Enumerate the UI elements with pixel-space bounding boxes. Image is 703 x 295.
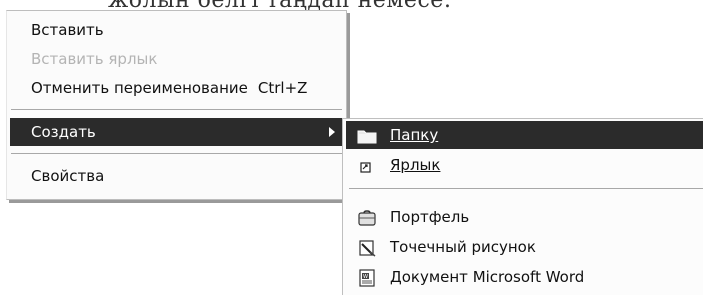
menu-separator <box>11 109 342 110</box>
submenu-item-shortcut[interactable]: Ярлык <box>343 151 703 179</box>
menu-item-paste-shortcut: Вставить ярлык <box>7 45 346 73</box>
submenu-item-folder[interactable]: Папку <box>346 121 703 149</box>
submenu-item-label: Точечный рисунок <box>390 238 536 256</box>
svg-text:W: W <box>363 274 368 280</box>
menu-item-label: Отменить переименование <box>31 79 248 97</box>
menu-item-label: Вставить ярлык <box>31 50 158 68</box>
menu-item-label: Вставить <box>31 21 104 39</box>
submenu-separator <box>349 188 703 189</box>
submenu-arrow-icon <box>329 127 335 137</box>
menu-item-create[interactable]: Создать <box>10 118 343 146</box>
submenu-item-label: Портфель <box>390 208 470 226</box>
menu-item-paste[interactable]: Вставить <box>7 16 346 44</box>
menu-item-properties[interactable]: Свойства <box>7 162 346 190</box>
menu-item-undo-rename[interactable]: Отменить переименование Ctrl+Z <box>7 74 346 102</box>
briefcase-icon <box>357 208 377 226</box>
submenu-item-label: Папку <box>390 126 439 144</box>
shortcut-icon <box>357 156 377 174</box>
submenu-item-label: Ярлык <box>390 156 441 174</box>
context-menu: Вставить Вставить ярлык Отменить переиме… <box>6 10 347 200</box>
folder-icon <box>357 126 377 144</box>
menu-item-label: Свойства <box>31 167 105 185</box>
create-submenu: Папку Ярлык Портфель Точечный рисунок W … <box>342 118 703 295</box>
submenu-item-label: Документ Microsoft Word <box>390 268 585 286</box>
menu-item-label: Создать <box>31 123 96 141</box>
menu-item-shortcut: Ctrl+Z <box>257 79 308 97</box>
submenu-item-bitmap[interactable]: Точечный рисунок <box>343 233 703 261</box>
menu-separator <box>11 153 342 154</box>
submenu-item-word-document[interactable]: W Документ Microsoft Word <box>343 263 703 291</box>
word-document-icon: W <box>357 268 377 287</box>
submenu-item-briefcase[interactable]: Портфель <box>343 203 703 231</box>
bitmap-icon <box>357 238 377 257</box>
